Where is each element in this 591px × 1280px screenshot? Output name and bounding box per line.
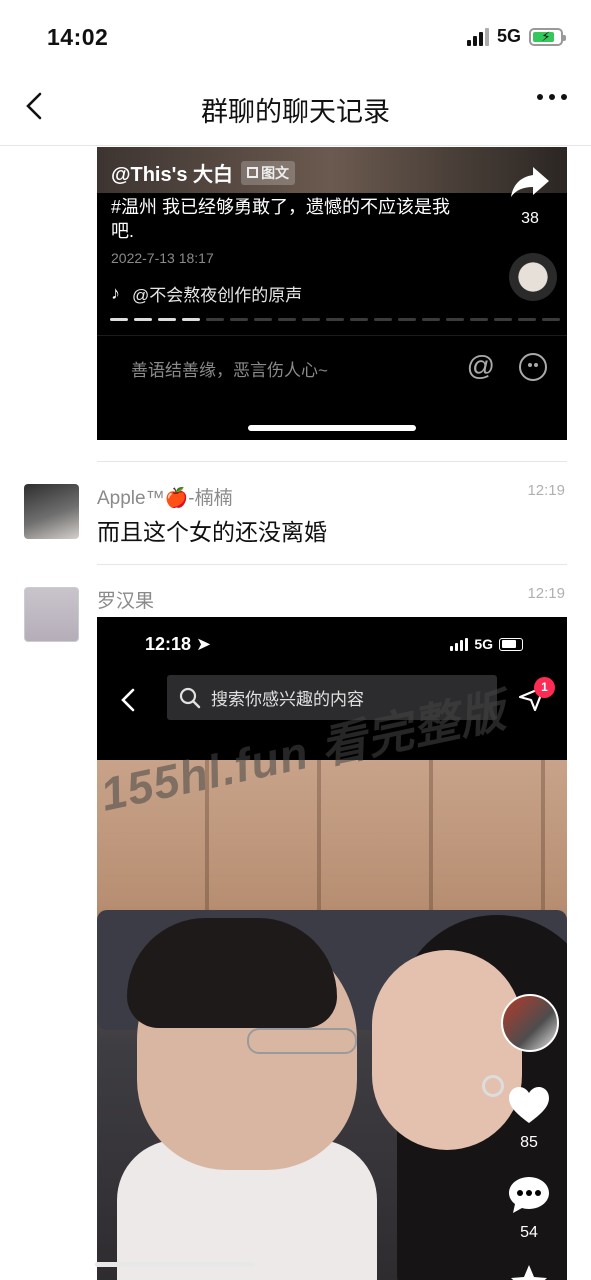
battery-icon: ⚡ — [529, 27, 566, 46]
inner-status-time: 12:18 ➤ — [145, 634, 212, 654]
like-count: 85 — [520, 1134, 538, 1151]
star-icon — [511, 1265, 547, 1280]
video-screenshot-card[interactable]: @This's 大白 图文 #温州 我已经够勇敢了，遗憾的不应该是我吧. 202… — [97, 147, 567, 440]
message-text[interactable]: 而且这个女的还没离婚 — [97, 513, 327, 547]
comment-button: 54 — [499, 1175, 559, 1242]
photo — [97, 760, 567, 1280]
sender-name: 罗汉果 — [97, 591, 155, 612]
status-time: 14:02 — [47, 24, 109, 50]
status-bar: 14:02 5G ⚡ — [0, 0, 591, 70]
avatar[interactable] — [24, 484, 79, 539]
inner-status-indicators: 5G — [450, 636, 523, 652]
message-time: 12:19 — [527, 482, 565, 499]
share-icon — [511, 167, 549, 197]
signal-icon — [466, 27, 489, 46]
notification-badge: 1 — [534, 677, 555, 698]
home-indicator — [95, 1262, 255, 1267]
video-description: #温州 我已经够勇敢了，遗憾的不应该是我吧. — [111, 197, 451, 241]
video-date: 2022-7-13 18:17 — [111, 250, 214, 266]
like-button: 85 — [499, 1085, 559, 1152]
more-icon — [537, 94, 543, 100]
message-time: 12:19 — [527, 585, 565, 602]
home-indicator — [248, 425, 416, 431]
navbar: 群聊的聊天记录 — [0, 70, 591, 146]
creator-avatar — [501, 994, 559, 1052]
divider — [97, 461, 567, 462]
comment-placeholder: 善语结善缘，恶言伤人心~ — [131, 361, 328, 380]
video-author: @This's 大白 图文 — [111, 158, 296, 187]
page-title: 群聊的聊天记录 — [201, 97, 390, 127]
at-icon: @ — [466, 350, 495, 381]
music-info: ♪ @不会熬夜创作的原声 — [111, 283, 303, 305]
share-count: 38 — [521, 210, 539, 227]
favorite-button — [499, 1263, 559, 1280]
more-button[interactable] — [537, 94, 567, 100]
status-indicators: 5G ⚡ — [466, 26, 566, 47]
avatar[interactable] — [24, 587, 79, 642]
divider — [97, 564, 567, 565]
image-progress-dots — [110, 318, 560, 321]
share-button: 38 — [507, 165, 553, 228]
heart-icon — [509, 1087, 549, 1123]
comment-count: 54 — [520, 1224, 538, 1241]
network-label: 5G — [496, 26, 521, 46]
inner-back-icon — [119, 687, 137, 718]
comment-icon — [509, 1177, 549, 1213]
image-post-tag: 图文 — [241, 160, 296, 185]
sender-name: Apple™🍎-楠楠 — [97, 488, 233, 509]
music-disc — [509, 253, 557, 301]
inner-search-bar: 搜索你感兴趣的内容 — [167, 675, 497, 720]
search-icon — [179, 687, 201, 708]
emoji-icon — [519, 353, 547, 381]
image-message[interactable]: 12:18 ➤ 5G 搜索你感兴趣的内容 1 85 54 — [97, 617, 567, 1280]
tiktok-icon: ♪ — [111, 283, 120, 303]
comment-bar: 善语结善缘，恶言伤人心~ @ — [97, 335, 567, 397]
